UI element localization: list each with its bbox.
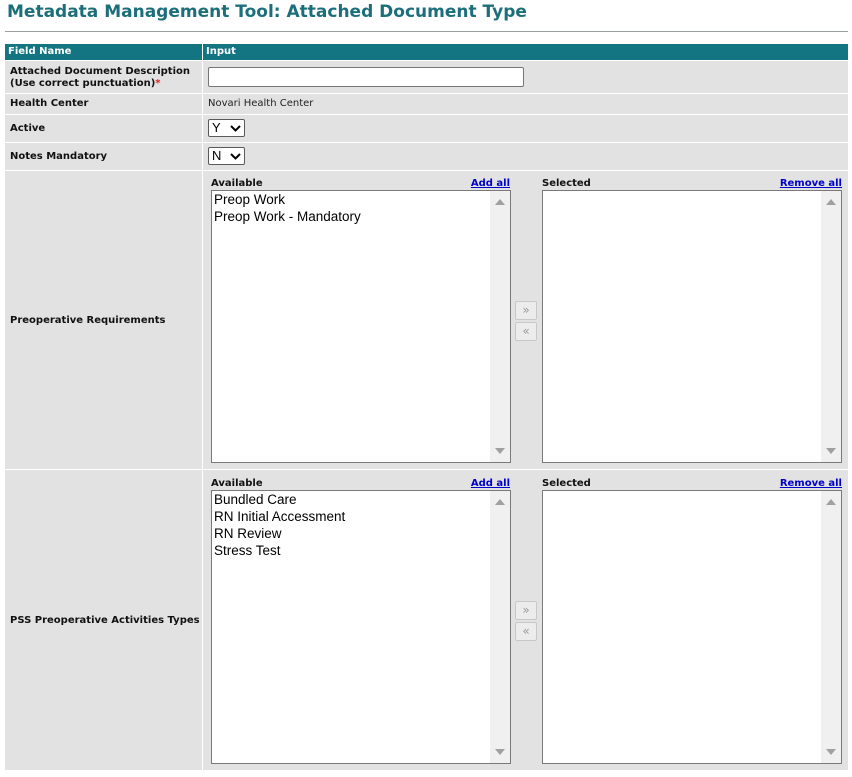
scrollbar[interactable]: [821, 191, 841, 462]
input-cell: [203, 143, 848, 170]
page-title: Metadata Management Tool: Attached Docum…: [7, 2, 527, 22]
list-item[interactable]: RN Review: [214, 525, 282, 542]
pss-selected-list[interactable]: [542, 490, 842, 764]
move-left-button[interactable]: «: [515, 322, 537, 341]
description-label-line2: (Use correct punctuation): [10, 78, 156, 89]
pss-add-all-link[interactable]: Add all: [440, 478, 510, 490]
health-center-label: Health Center: [10, 98, 89, 109]
triangle-down-icon[interactable]: [826, 749, 836, 755]
header-input: Input: [203, 44, 848, 60]
triangle-down-icon[interactable]: [495, 448, 505, 454]
preop-add-all-link[interactable]: Add all: [440, 178, 510, 190]
header-field-name: Field Name: [5, 44, 202, 60]
pss-activities-label: PSS Preoperative Activities Types: [10, 615, 200, 626]
pss-available-caption: Available: [211, 478, 263, 489]
notes-mandatory-select[interactable]: N: [208, 147, 245, 165]
pss-available-list[interactable]: Bundled Care RN Initial Accessment RN Re…: [211, 490, 511, 764]
pss-remove-all-link[interactable]: Remove all: [760, 478, 842, 490]
preop-selected-list[interactable]: [542, 190, 842, 463]
preop-requirements-label: Preoperative Requirements: [10, 315, 166, 326]
preop-available-list[interactable]: Preop Work Preop Work - Mandatory: [211, 190, 511, 463]
scrollbar[interactable]: [490, 191, 510, 462]
preop-selected-caption: Selected: [542, 178, 591, 189]
triangle-up-icon[interactable]: [826, 499, 836, 505]
list-item[interactable]: Preop Work - Mandatory: [214, 208, 361, 225]
preop-available-caption: Available: [211, 178, 263, 189]
input-cell: [203, 115, 848, 142]
scrollbar[interactable]: [490, 491, 510, 763]
list-item[interactable]: RN Initial Accessment: [214, 508, 345, 525]
required-marker: *: [155, 78, 161, 89]
description-input[interactable]: [208, 67, 524, 87]
move-right-button[interactable]: »: [515, 301, 537, 320]
description-label: Attached Document Description (Use corre…: [10, 66, 190, 90]
triangle-up-icon[interactable]: [495, 199, 505, 205]
preop-remove-all-link[interactable]: Remove all: [760, 178, 842, 190]
pss-selected-caption: Selected: [542, 478, 591, 489]
triangle-up-icon[interactable]: [826, 199, 836, 205]
list-item[interactable]: Preop Work: [214, 191, 285, 208]
title-divider: [5, 31, 848, 32]
move-left-button[interactable]: «: [515, 622, 537, 641]
notes-mandatory-label: Notes Mandatory: [10, 151, 108, 162]
list-item[interactable]: Bundled Care: [214, 491, 297, 508]
list-item[interactable]: Stress Test: [214, 542, 281, 559]
scrollbar[interactable]: [821, 491, 841, 763]
notes-mandatory-select-value: N: [212, 148, 222, 163]
triangle-down-icon[interactable]: [495, 749, 505, 755]
triangle-down-icon[interactable]: [826, 448, 836, 454]
active-label: Active: [10, 123, 46, 134]
chevron-down-icon: [230, 125, 241, 132]
active-select[interactable]: Y: [208, 119, 245, 137]
health-center-value: Novari Health Center: [208, 98, 314, 109]
description-label-line1: Attached Document Description: [10, 66, 190, 77]
chevron-down-icon: [230, 153, 241, 160]
move-right-button[interactable]: »: [515, 601, 537, 620]
triangle-up-icon[interactable]: [495, 499, 505, 505]
active-select-value: Y: [212, 120, 221, 135]
